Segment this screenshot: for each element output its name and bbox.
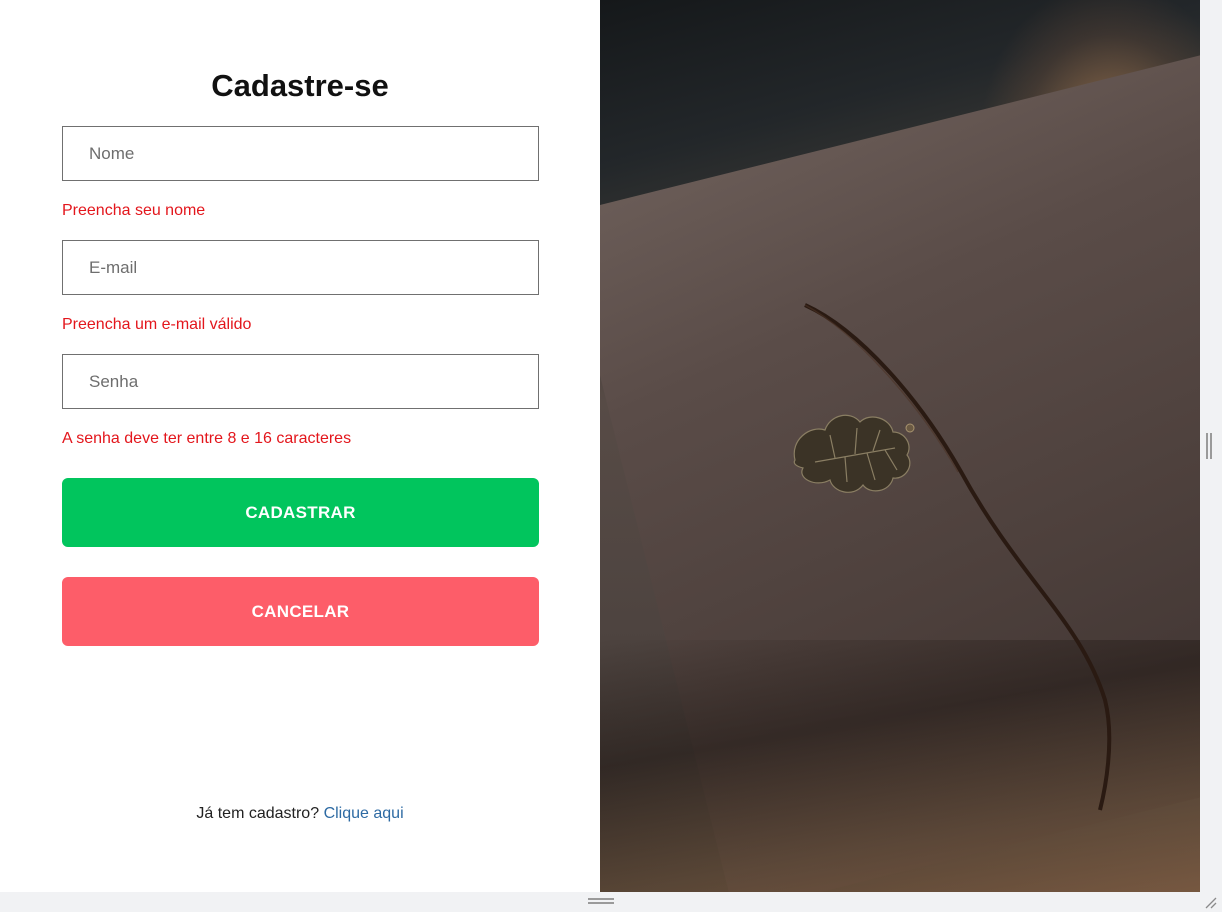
submit-button[interactable]: CADASTRAR [62, 478, 539, 547]
password-error-message: A senha deve ter entre 8 e 16 caracteres [62, 430, 352, 447]
horizontal-resize-handle[interactable] [588, 898, 614, 906]
vertical-resize-handle[interactable] [1206, 433, 1214, 459]
name-input[interactable] [62, 126, 539, 181]
signup-form-pane: Cadastre-se Preencha seu nome Preencha u… [0, 0, 600, 892]
login-link[interactable]: Clique aqui [324, 805, 404, 822]
name-error-message: Preencha seu nome [62, 202, 206, 219]
login-prompt-text: Já tem cadastro? [196, 805, 320, 822]
email-input[interactable] [62, 240, 539, 295]
password-input[interactable] [62, 354, 539, 409]
resize-grip-icon[interactable] [1204, 896, 1218, 910]
cancel-button[interactable]: CANCELAR [62, 577, 539, 646]
email-error-message: Preencha um e-mail válido [62, 316, 252, 333]
page-title: Cadastre-se [211, 68, 389, 103]
page-viewport: Cadastre-se Preencha seu nome Preencha u… [0, 0, 1200, 892]
journal-photo [600, 0, 1200, 892]
leaf-charm-icon [793, 414, 915, 493]
login-prompt: Já tem cadastro? Clique aqui [0, 805, 600, 823]
